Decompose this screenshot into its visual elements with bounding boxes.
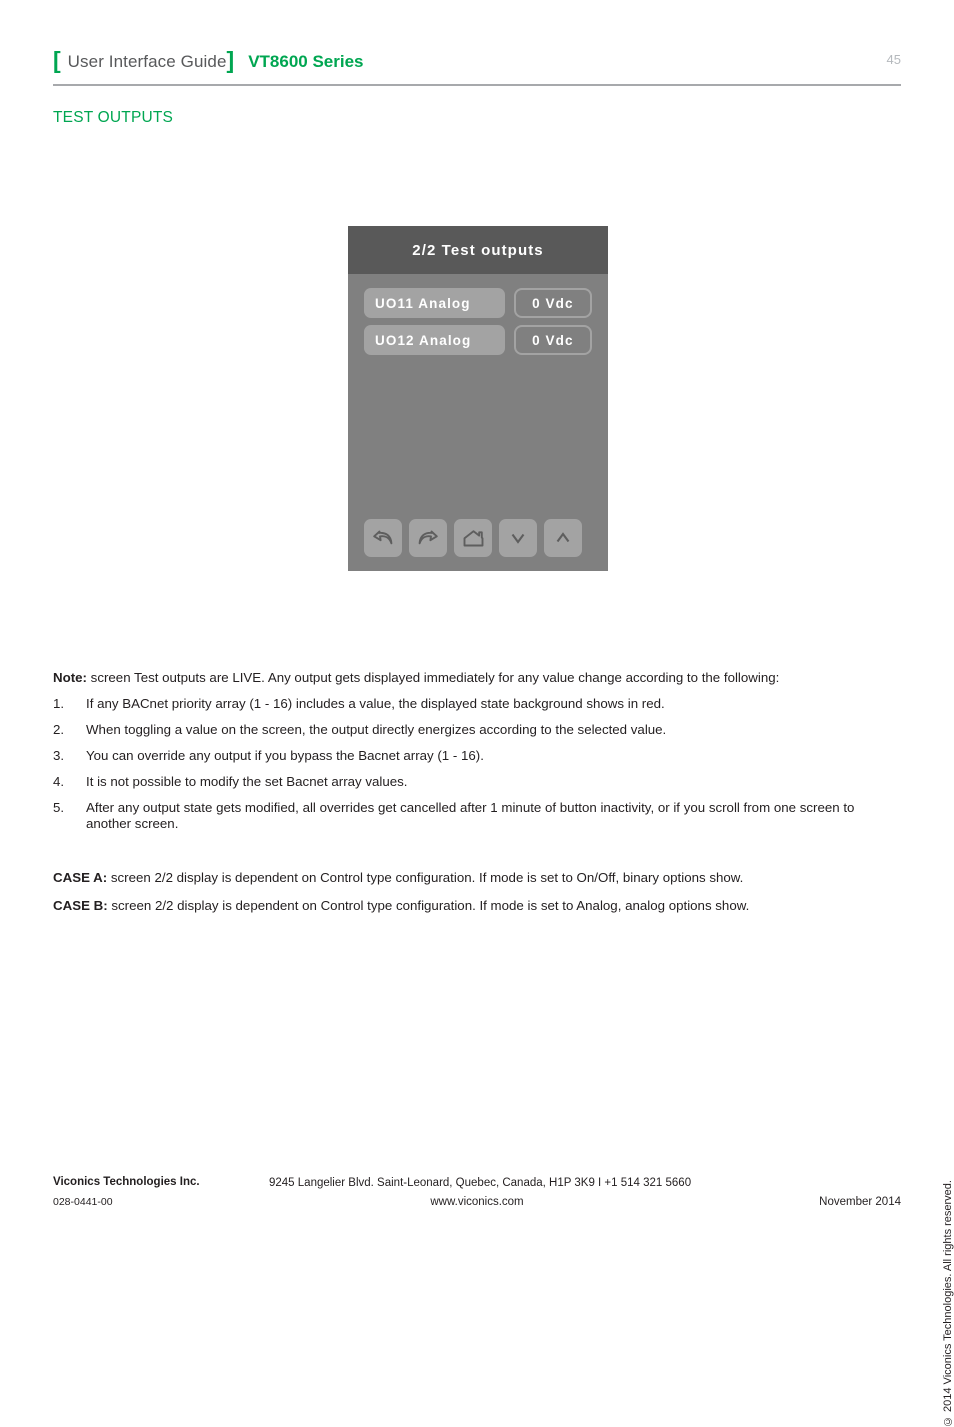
home-icon [462, 528, 485, 549]
footer-date: November 2014 [819, 1196, 901, 1208]
nav-redo-button[interactable] [409, 519, 447, 557]
footer-row: Viconics Technologies Inc. 9245 Langelie… [53, 1176, 901, 1208]
bracket-right-icon: ] [226, 47, 235, 73]
note-list-item: 2. When toggling a value on the screen, … [53, 722, 901, 738]
case-a-label: CASE A: [53, 870, 108, 885]
device-nav-bar [364, 519, 582, 557]
page-number: 45 [886, 52, 901, 67]
nav-scroll-down-button[interactable] [499, 519, 537, 557]
case-block: CASE A: screen 2/2 display is dependent … [53, 870, 901, 926]
case-b-line: CASE B: screen 2/2 display is dependent … [53, 898, 901, 913]
note-list: 1. If any BACnet priority array (1 - 16)… [53, 696, 901, 832]
redo-arrow-icon [416, 527, 440, 549]
header-divider [53, 84, 901, 86]
case-b-label: CASE B: [53, 898, 108, 913]
note-list-item: 5. After any output state gets modified,… [53, 800, 901, 832]
page-footer: Viconics Technologies Inc. 9245 Langelie… [53, 1176, 901, 1220]
device-screen-body: UO11 Analog 0 Vdc UO12 Analog 0 Vdc [348, 274, 608, 571]
output-value-button[interactable]: 0 Vdc [513, 325, 592, 355]
nav-scroll-up-button[interactable] [544, 519, 582, 557]
note-item-number: 5. [53, 800, 65, 815]
vertical-copyright: © 2014 Viconics Technologies. All rights… [942, 1180, 954, 1427]
case-a-line: CASE A: screen 2/2 display is dependent … [53, 870, 901, 885]
footer-company: Viconics Technologies Inc. [53, 1176, 200, 1188]
undo-arrow-icon [371, 527, 395, 549]
note-item-number: 1. [53, 696, 65, 711]
output-label-button[interactable]: UO12 Analog [364, 325, 505, 355]
series-label: VT8600 Series [248, 52, 364, 71]
output-row: UO11 Analog 0 Vdc [364, 288, 592, 318]
header-title-row: [ User Interface Guide ] VT8600 Series [53, 48, 901, 78]
note-list-item: 3. You can override any output if you by… [53, 748, 901, 764]
note-item-number: 4. [53, 774, 65, 789]
nav-home-button[interactable] [454, 519, 492, 557]
output-label-button[interactable]: UO11 Analog [364, 288, 505, 318]
page-header: [ User Interface Guide ] VT8600 Series 4… [53, 48, 901, 88]
chevron-down-icon [508, 528, 528, 548]
note-item-number: 2. [53, 722, 65, 737]
device-screen-title: 2/2 Test outputs [412, 241, 544, 259]
note-item-text: You can override any output if you bypas… [86, 748, 484, 763]
note-list-item: 1. If any BACnet priority array (1 - 16)… [53, 696, 901, 712]
chevron-up-icon [553, 528, 573, 548]
note-item-text: After any output state gets modified, al… [86, 800, 855, 831]
note-item-text: If any BACnet priority array (1 - 16) in… [86, 696, 665, 711]
footer-website: www.viconics.com [430, 1196, 524, 1208]
nav-undo-button[interactable] [364, 519, 402, 557]
note-lead-line: Note: screen Test outputs are LIVE. Any … [53, 670, 901, 685]
note-list-item: 4. It is not possible to modify the set … [53, 774, 901, 790]
section-title: TEST OUTPUTS [53, 109, 174, 126]
output-value-button[interactable]: 0 Vdc [513, 288, 592, 318]
guide-label: User Interface Guide [67, 52, 227, 71]
note-item-number: 3. [53, 748, 65, 763]
device-screen-mockup: 2/2 Test outputs UO11 Analog 0 Vdc UO12 … [348, 226, 608, 571]
note-lead-bold: Note: [53, 670, 87, 685]
note-lead-text: screen Test outputs are LIVE. Any output… [86, 670, 780, 685]
bracket-left-icon: [ [53, 47, 61, 73]
device-screen-header: 2/2 Test outputs [348, 226, 608, 274]
note-item-text: It is not possible to modify the set Bac… [86, 774, 408, 789]
footer-address: 9245 Langelier Blvd. Saint-Leonard, Queb… [269, 1177, 692, 1189]
case-b-text: screen 2/2 display is dependent on Contr… [107, 898, 750, 913]
output-row: UO12 Analog 0 Vdc [364, 325, 592, 355]
case-a-text: screen 2/2 display is dependent on Contr… [107, 870, 744, 885]
note-item-text: When toggling a value on the screen, the… [86, 722, 667, 737]
note-block: Note: screen Test outputs are LIVE. Any … [53, 670, 901, 842]
